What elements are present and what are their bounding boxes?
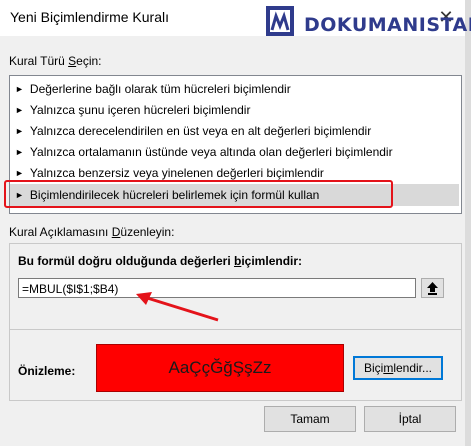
collapse-dialog-icon	[427, 282, 438, 295]
watermark-text: DOKUMANISTAN	[304, 14, 471, 36]
selection-highlight-annotation	[4, 180, 393, 208]
rule-type-item-top-bottom[interactable]: ► Yalnızca derecelendirilen en üst veya e…	[10, 120, 459, 142]
preview-label: Önizleme:	[18, 364, 76, 378]
pointer-icon: ►	[15, 126, 24, 136]
format-button[interactable]: Biçimlendir...	[353, 356, 443, 380]
dialog-title: Yeni Biçimlendirme Kuralı	[10, 9, 169, 25]
description-label: Kural Açıklamasını Düzenleyin:	[9, 225, 175, 239]
cancel-button[interactable]: İptal	[364, 406, 456, 432]
rule-type-item-all-cells[interactable]: ► Değerlerine bağlı olarak tüm hücreleri …	[10, 78, 459, 100]
formula-input[interactable]: =MBUL($I$1;$B4)	[18, 278, 416, 298]
pointer-icon: ►	[15, 147, 24, 157]
watermark-logo: DOKUMANISTAN	[262, 4, 471, 40]
ok-button[interactable]: Tamam	[264, 406, 356, 432]
dialog-window: Yeni Biçimlendirme Kuralı ✕ Kural Türü S…	[0, 0, 466, 446]
rule-type-item-above-below-average[interactable]: ► Yalnızca ortalamanın üstünde veya altın…	[10, 141, 459, 163]
pointer-icon: ►	[15, 84, 24, 94]
background-strip	[465, 0, 471, 446]
pointer-icon: ►	[15, 105, 24, 115]
rule-type-label: Kural Türü Seçin:	[9, 54, 102, 68]
preview-sample: AaÇçĞğŞşZz	[96, 344, 344, 392]
panel-divider	[10, 329, 461, 330]
rule-description-panel: Bu formül doğru olduğunda değerleri biçi…	[9, 243, 462, 401]
document-logo-icon	[266, 6, 294, 36]
rule-type-item-cells-containing[interactable]: ► Yalnızca şunu içeren hücreleri biçimlen…	[10, 99, 459, 121]
formula-label: Bu formül doğru olduğunda değerleri biçi…	[18, 254, 303, 268]
range-select-button[interactable]	[421, 278, 444, 298]
